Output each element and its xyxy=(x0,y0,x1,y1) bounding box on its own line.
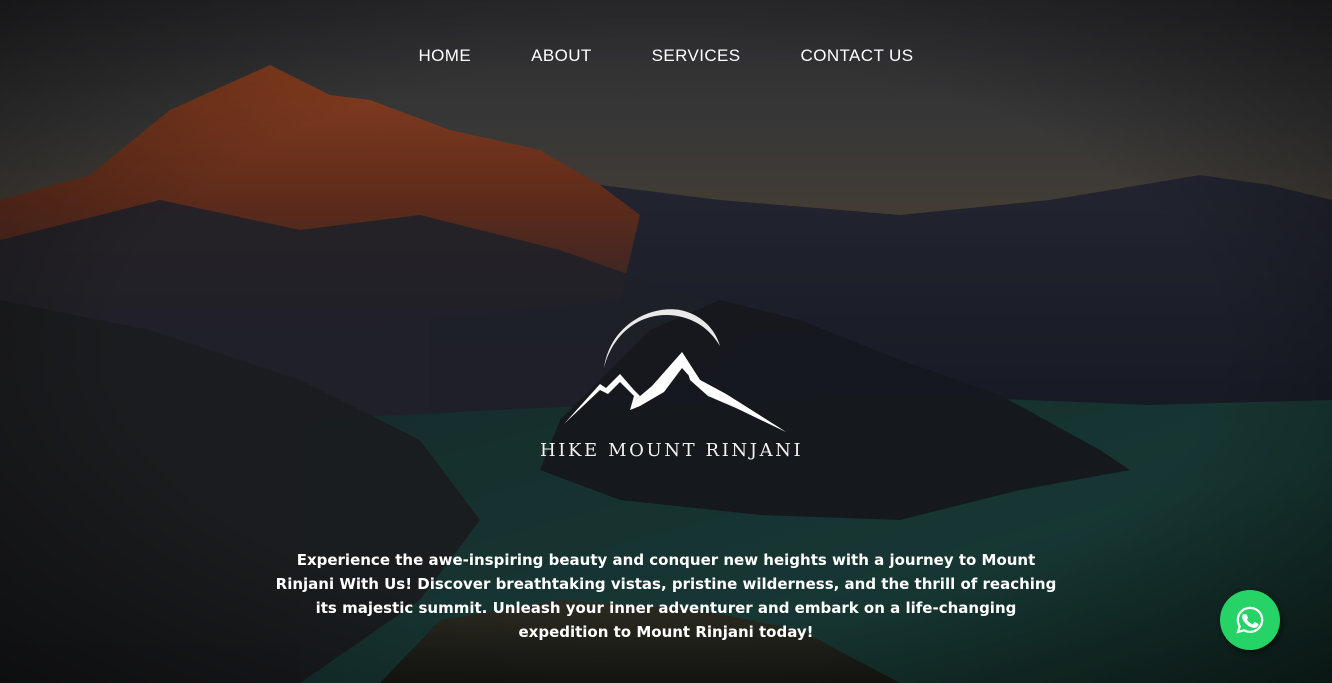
whatsapp-chat-button[interactable] xyxy=(1220,590,1280,650)
nav-about-link[interactable]: ABOUT xyxy=(531,44,592,68)
site-logo: HIKE MOUNT RINJANI xyxy=(540,300,804,470)
main-navigation: HOME ABOUT SERVICES CONTACT US xyxy=(0,44,1332,68)
whatsapp-icon xyxy=(1236,606,1264,634)
hero-tagline: Experience the awe-inspiring beauty and … xyxy=(275,551,1057,641)
brand-name: HIKE MOUNT RINJANI xyxy=(540,440,804,461)
nav-home-link[interactable]: HOME xyxy=(419,44,472,68)
nav-contact-us-link[interactable]: CONTACT US xyxy=(801,44,914,68)
nav-services-link[interactable]: SERVICES xyxy=(652,44,741,68)
mountain-logo-icon xyxy=(564,309,786,432)
hero-section: HOME ABOUT SERVICES CONTACT US HIKE MOUN… xyxy=(0,0,1332,683)
